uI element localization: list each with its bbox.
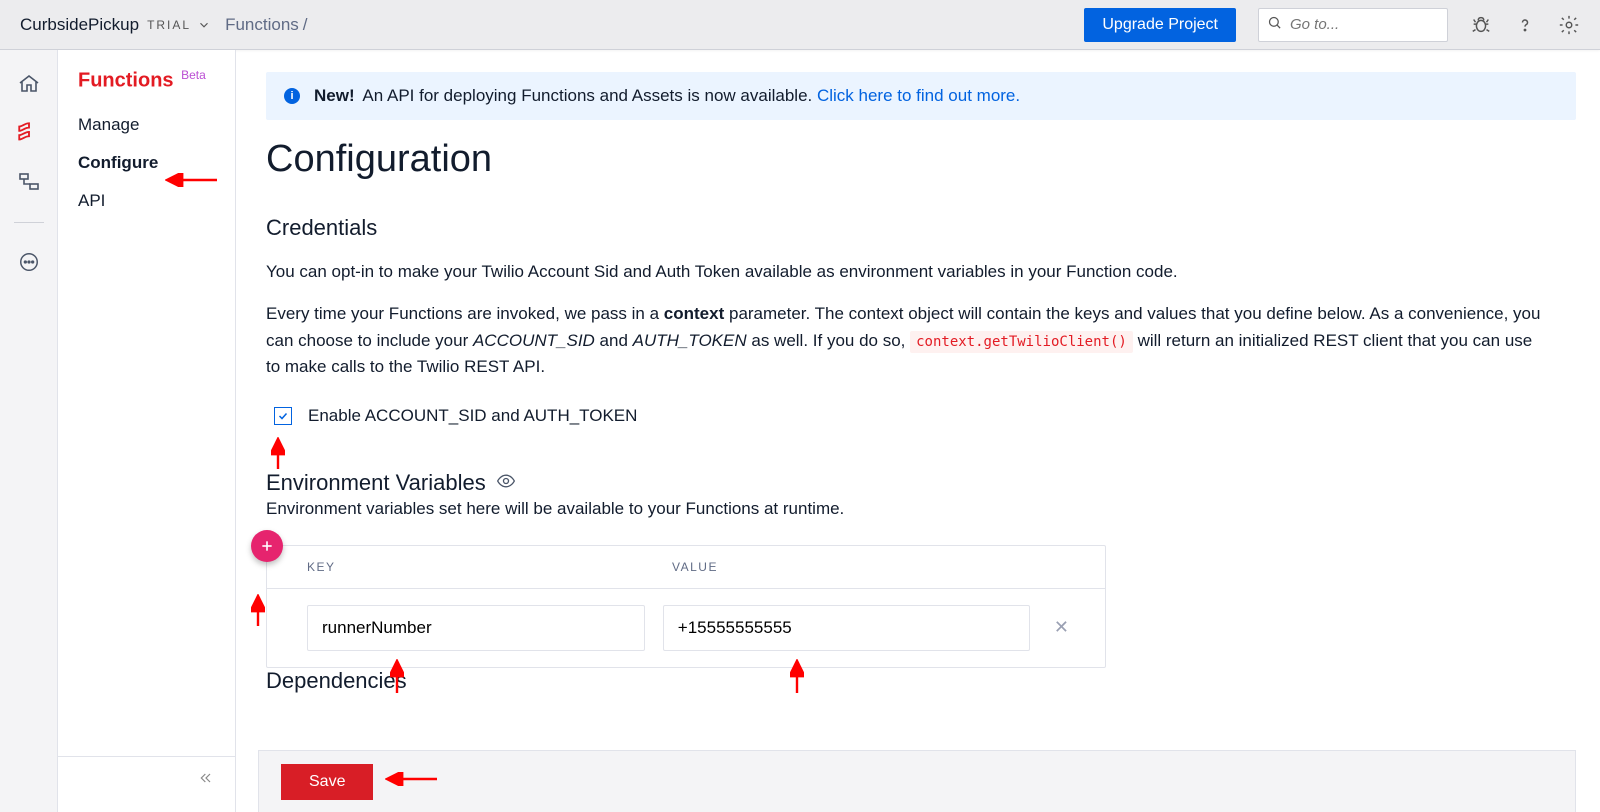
- breadcrumb-separator: /: [303, 15, 308, 35]
- code-snippet: context.getTwilioClient(): [910, 331, 1133, 353]
- envvars-header-row: KEY VALUE: [267, 546, 1105, 589]
- col-key: KEY: [307, 560, 672, 574]
- envvars-heading: Environment Variables: [266, 470, 486, 496]
- dependencies-heading: Dependencies: [266, 668, 1576, 694]
- project-name[interactable]: CurbsidePickup: [20, 15, 139, 35]
- col-value: VALUE: [672, 560, 718, 574]
- sidebar-item-api[interactable]: API: [78, 191, 235, 211]
- sidebar-title-text: Functions: [78, 70, 174, 92]
- rail-studio[interactable]: [0, 170, 58, 194]
- sidebar-item-manage[interactable]: Manage: [78, 115, 235, 135]
- envvar-key-input[interactable]: [307, 605, 645, 651]
- credentials-heading: Credentials: [266, 215, 1576, 241]
- add-variable-button[interactable]: [251, 530, 283, 562]
- debug-icon[interactable]: [1470, 14, 1492, 36]
- breadcrumb-functions[interactable]: Functions: [225, 15, 299, 35]
- credentials-p1: You can opt-in to make your Twilio Accou…: [266, 259, 1546, 285]
- banner-text: New! An API for deploying Functions and …: [314, 86, 1020, 106]
- help-icon[interactable]: [1514, 14, 1536, 36]
- sidebar-item-configure[interactable]: Configure: [78, 153, 235, 173]
- search-input[interactable]: [1288, 15, 1439, 34]
- nav-rail: [0, 50, 58, 812]
- info-icon: i: [284, 88, 300, 104]
- envvars-table: KEY VALUE ✕: [266, 545, 1106, 668]
- page-title: Configuration: [266, 138, 1576, 181]
- delete-row-button[interactable]: ✕: [1048, 617, 1075, 638]
- enable-credentials-label: Enable ACCOUNT_SID and AUTH_TOKEN: [308, 406, 637, 426]
- sidebar-title: Functions Beta: [78, 68, 235, 93]
- main-content: i New! An API for deploying Functions an…: [236, 50, 1600, 812]
- collapse-sidebar-button[interactable]: [58, 756, 235, 798]
- credentials-p2: Every time your Functions are invoked, w…: [266, 301, 1546, 380]
- trial-badge: TRIAL: [147, 18, 191, 32]
- rail-more[interactable]: [0, 251, 58, 273]
- eye-icon[interactable]: [496, 471, 516, 496]
- gear-icon[interactable]: [1558, 14, 1580, 36]
- envvars-desc: Environment variables set here will be a…: [266, 496, 1546, 522]
- rail-functions[interactable]: [0, 120, 58, 146]
- top-bar: CurbsidePickup TRIAL Functions / Upgrade…: [0, 0, 1600, 50]
- enable-credentials-checkbox[interactable]: [274, 407, 292, 425]
- save-bar: Save: [258, 750, 1576, 812]
- save-button[interactable]: Save: [281, 764, 373, 800]
- upgrade-project-button[interactable]: Upgrade Project: [1084, 8, 1236, 42]
- banner-bold: New!: [314, 86, 355, 105]
- sidebar-functions: Functions Beta Manage Configure API: [58, 50, 236, 812]
- search-icon: [1267, 15, 1282, 35]
- rail-divider: [14, 222, 44, 223]
- beta-badge: Beta: [181, 68, 206, 82]
- envvar-value-input[interactable]: [663, 605, 1030, 651]
- banner-link[interactable]: Click here to find out more.: [817, 86, 1020, 105]
- banner-body: An API for deploying Functions and Asset…: [362, 86, 817, 105]
- global-search[interactable]: [1258, 8, 1448, 42]
- envvars-row: ✕: [267, 589, 1105, 667]
- chevron-down-icon[interactable]: [197, 18, 211, 32]
- rail-home[interactable]: [0, 72, 58, 96]
- info-banner: i New! An API for deploying Functions an…: [266, 72, 1576, 120]
